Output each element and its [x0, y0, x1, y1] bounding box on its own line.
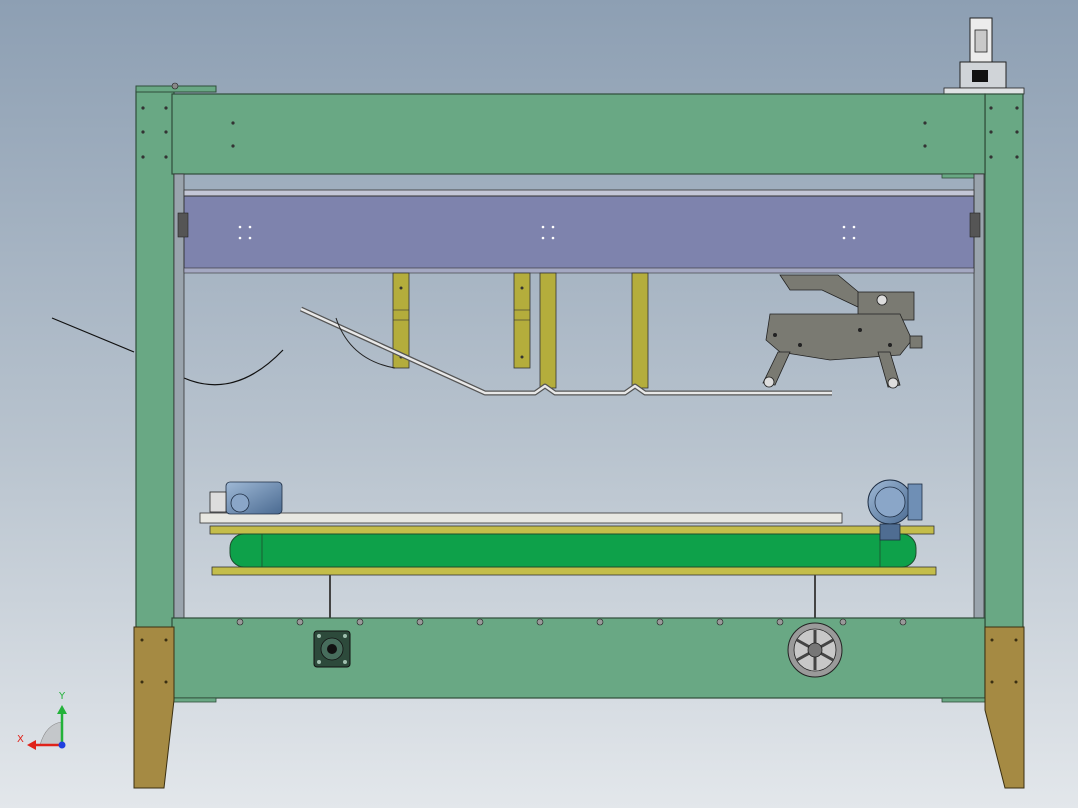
- inner-post-left: [173, 173, 185, 621]
- frame-bottom-rail[interactable]: [171, 617, 987, 703]
- rod-curve: [335, 317, 396, 369]
- frame-upright-right[interactable]: [984, 93, 1024, 632]
- conveyor-leg: [329, 575, 816, 618]
- frame-top-rail[interactable]: [171, 93, 986, 179]
- cable-wire: [51, 317, 135, 353]
- z-axis-dot: [58, 741, 66, 749]
- handwheel[interactable]: [787, 622, 843, 678]
- guide-rod[interactable]: [299, 306, 832, 396]
- gripper-mechanism[interactable]: [762, 274, 923, 389]
- top-sensor-assembly[interactable]: [943, 17, 1025, 95]
- coordinate-triad: [27, 705, 67, 750]
- triad-x-label: X: [17, 734, 24, 745]
- assembly-model-view[interactable]: [0, 0, 1078, 808]
- drive-motor-left[interactable]: [209, 481, 283, 515]
- hanging-bracket[interactable]: [513, 272, 531, 369]
- flange-bearing[interactable]: [313, 630, 351, 668]
- leveling-foot-right[interactable]: [984, 626, 1025, 789]
- cable-wire: [183, 349, 284, 386]
- support-beam[interactable]: [177, 189, 981, 274]
- inner-post-right: [973, 173, 985, 621]
- cad-viewport[interactable]: Y X: [0, 0, 1078, 808]
- hanging-bracket[interactable]: [631, 272, 649, 389]
- conveyor-belt[interactable]: [229, 533, 917, 568]
- leveling-foot-left[interactable]: [133, 626, 175, 789]
- hanging-bracket[interactable]: [539, 272, 557, 389]
- guide-rod-highlight: [300, 307, 832, 395]
- triad-y-label: Y: [59, 691, 66, 702]
